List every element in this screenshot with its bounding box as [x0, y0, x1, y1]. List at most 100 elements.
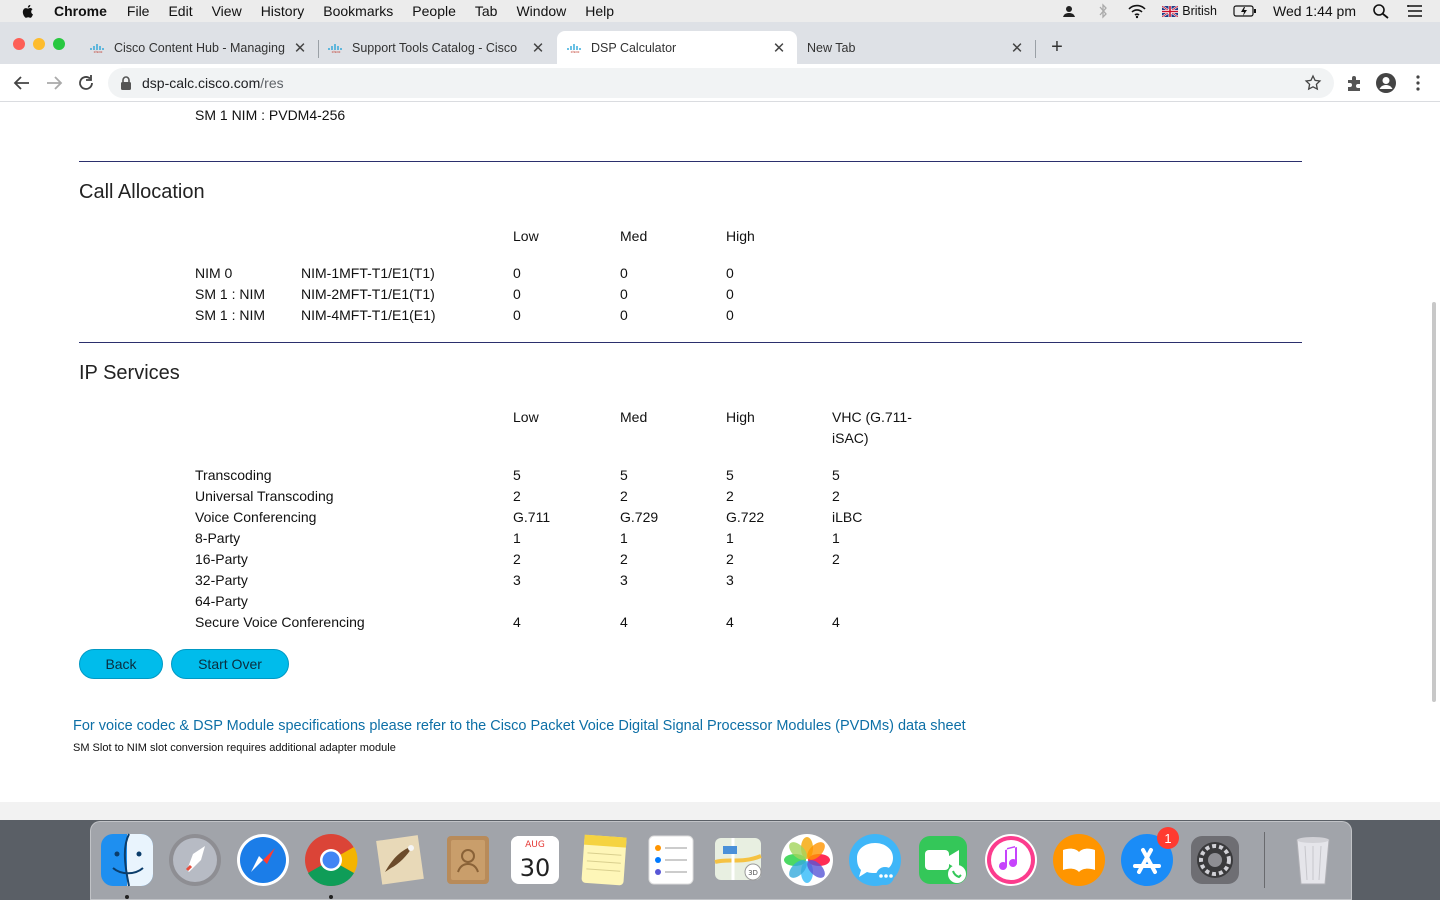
bookmark-star-icon[interactable] [1304, 74, 1322, 92]
tab-cisco-content-hub[interactable]: cisco Cisco Content Hub - Managing ✕ [80, 31, 318, 64]
reload-icon[interactable] [75, 72, 97, 94]
menu-history[interactable]: History [261, 3, 305, 19]
high-value: 3 [726, 572, 734, 588]
bluetooth-icon[interactable] [1094, 3, 1112, 19]
med-value: 0 [620, 286, 628, 302]
address-bar[interactable]: dsp-calc.cisco.com/res [108, 68, 1334, 98]
browser-window: cisco Cisco Content Hub - Managing ✕ cis… [0, 22, 1440, 820]
zoom-window-button[interactable] [53, 38, 65, 50]
tab-support-tools-catalog[interactable]: cisco Support Tools Catalog - Cisco ✕ [318, 31, 556, 64]
chrome-icon[interactable] [303, 832, 359, 888]
cisco-favicon-icon: cisco [328, 43, 342, 53]
itunes-icon[interactable] [983, 832, 1039, 888]
lock-icon[interactable] [120, 76, 132, 90]
reminders-icon[interactable] [643, 832, 699, 888]
calendar-icon[interactable]: AUG 30 [507, 832, 563, 888]
chrome-menu-icon[interactable] [1407, 72, 1429, 94]
facetime-icon[interactable] [915, 832, 971, 888]
browser-toolbar: dsp-calc.cisco.com/res [0, 64, 1440, 102]
wifi-icon[interactable] [1128, 3, 1146, 19]
notification-center-icon[interactable] [1406, 3, 1424, 19]
maps-icon[interactable]: 3D [711, 832, 767, 888]
menu-edit[interactable]: Edit [168, 3, 192, 19]
page-scrollbar[interactable] [1432, 302, 1436, 702]
call-allocation-header-med: Med [620, 228, 648, 244]
vhc-value: 5 [832, 467, 840, 483]
safari-icon[interactable] [235, 832, 291, 888]
menu-chrome[interactable]: Chrome [54, 3, 107, 19]
running-indicator [125, 895, 129, 899]
med-value: 4 [620, 614, 628, 630]
tab-close-icon[interactable]: ✕ [769, 39, 789, 57]
service-label: 8-Party [195, 530, 241, 546]
minimize-window-button[interactable] [33, 38, 45, 50]
apple-icon[interactable] [20, 3, 36, 19]
url-path: /res [260, 75, 284, 91]
service-label: Secure Voice Conferencing [195, 614, 365, 630]
contacts-icon[interactable] [439, 832, 495, 888]
mail-icon[interactable] [371, 832, 427, 888]
messages-icon[interactable] [847, 832, 903, 888]
tab-dsp-calculator[interactable]: cisco DSP Calculator ✕ [557, 31, 797, 64]
low-value: 0 [513, 286, 521, 302]
menu-bookmarks[interactable]: Bookmarks [323, 3, 393, 19]
section-divider [79, 161, 1302, 162]
pvdm-datasheet-link[interactable]: For voice codec & DSP Module specificati… [73, 718, 966, 734]
svg-text:3D: 3D [748, 869, 758, 877]
high-value: G.722 [726, 509, 765, 525]
med-value: 3 [620, 572, 628, 588]
menu-help[interactable]: Help [585, 3, 614, 19]
med-value: 5 [620, 467, 628, 483]
vhc-value: iLBC [832, 509, 863, 525]
contact-sync-icon[interactable] [1060, 3, 1078, 19]
calendar-month: AUG [525, 840, 545, 850]
menu-tab[interactable]: Tab [475, 3, 498, 19]
tab-close-icon[interactable]: ✕ [290, 39, 310, 57]
close-window-button[interactable] [13, 38, 25, 50]
ip-services-header-high: High [726, 409, 755, 425]
slot-label: SM 1 : NIM [195, 307, 266, 323]
running-indicator [329, 895, 333, 899]
forward-arrow-icon[interactable] [43, 72, 65, 94]
tab-close-icon[interactable]: ✕ [1007, 39, 1027, 57]
dock-separator [1264, 832, 1265, 888]
high-value: 0 [726, 286, 734, 302]
system-preferences-icon[interactable] [1187, 832, 1243, 888]
low-value: G.711 [513, 509, 551, 525]
launchpad-icon[interactable] [167, 832, 223, 888]
start-over-button[interactable]: Start Over [171, 649, 289, 679]
med-value: 2 [620, 488, 628, 504]
menu-view[interactable]: View [212, 3, 242, 19]
menu-file[interactable]: File [127, 3, 150, 19]
finder-icon[interactable] [99, 832, 155, 888]
uk-flag-icon [1162, 5, 1179, 17]
menu-people[interactable]: People [412, 3, 456, 19]
slot-label: NIM 0 [195, 265, 233, 281]
photos-icon[interactable] [779, 832, 835, 888]
tab-close-icon[interactable]: ✕ [528, 39, 548, 57]
extensions-puzzle-icon[interactable] [1343, 72, 1365, 94]
module-label: NIM-2MFT-T1/E1(T1) [301, 286, 435, 302]
tab-title: Support Tools Catalog - Cisco [352, 40, 518, 55]
trash-icon[interactable] [1285, 832, 1341, 888]
notes-icon[interactable] [575, 832, 631, 888]
menu-window[interactable]: Window [516, 3, 566, 19]
back-arrow-icon[interactable] [11, 72, 33, 94]
back-button[interactable]: Back [79, 649, 163, 679]
clock[interactable]: Wed 1:44 pm [1273, 3, 1356, 19]
new-tab-button[interactable]: + [1046, 36, 1068, 59]
low-value: 0 [513, 307, 521, 323]
tab-new-tab[interactable]: New Tab ✕ [797, 31, 1035, 64]
low-value: 2 [513, 488, 521, 504]
service-label: Universal Transcoding [195, 488, 334, 504]
books-icon[interactable] [1051, 832, 1107, 888]
tab-title: New Tab [807, 40, 856, 55]
slot-label: SM 1 : NIM [195, 286, 266, 302]
low-value: 2 [513, 551, 521, 567]
med-value: 0 [620, 307, 628, 323]
high-value: 0 [726, 265, 734, 281]
profile-avatar-icon[interactable] [1375, 72, 1397, 94]
input-source-menu[interactable]: British [1162, 4, 1217, 18]
spotlight-search-icon[interactable] [1372, 3, 1390, 19]
battery-icon[interactable] [1233, 3, 1257, 19]
